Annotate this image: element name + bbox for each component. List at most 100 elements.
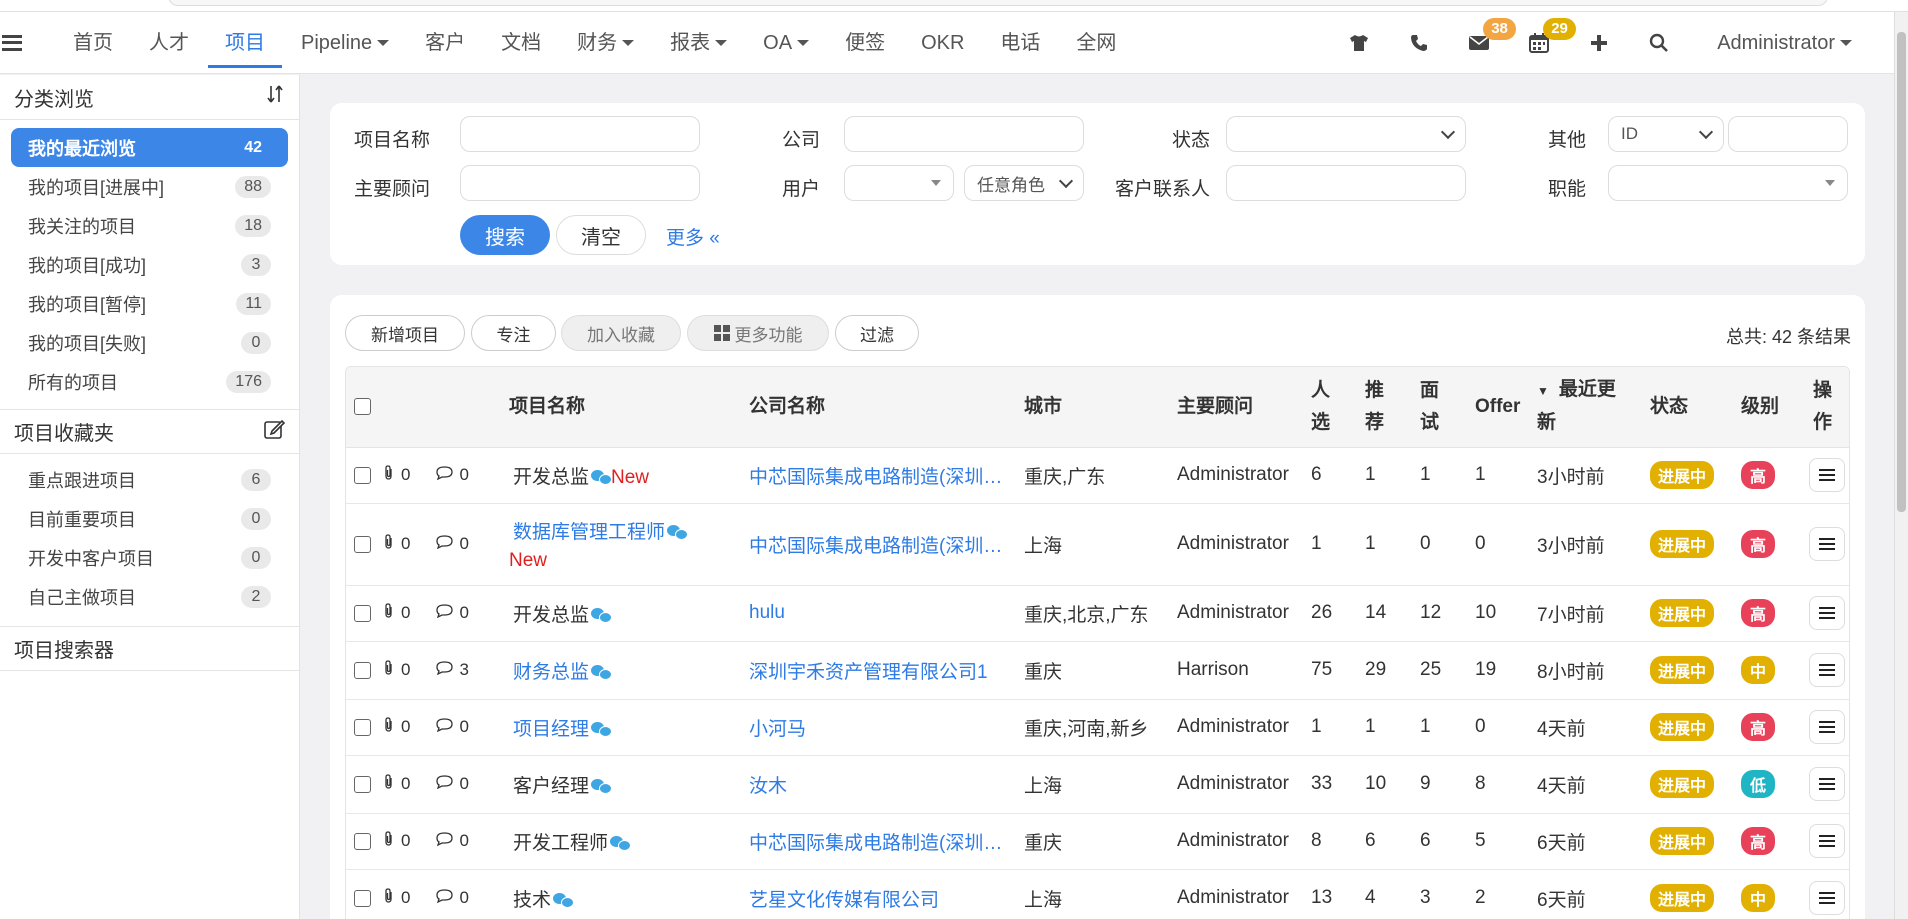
company-name[interactable]: 小河马 xyxy=(749,714,1008,741)
row-checkbox[interactable] xyxy=(354,661,371,679)
select-all-checkbox[interactable] xyxy=(354,398,371,416)
nav-item[interactable]: 财务 xyxy=(559,12,652,74)
scrollbar-thumb[interactable] xyxy=(1897,32,1906,512)
row-actions-button[interactable] xyxy=(1809,824,1845,858)
sidebar-item[interactable]: 所有的项目 176 xyxy=(11,362,288,401)
sidebar-item[interactable]: 我的项目[进展中] 88 xyxy=(11,167,288,206)
nav-item[interactable]: 电话 xyxy=(982,12,1058,74)
focus-button[interactable]: 专注 xyxy=(471,315,556,351)
plus-icon[interactable] xyxy=(1569,12,1629,74)
wechat-icon[interactable] xyxy=(553,893,575,909)
header-level[interactable]: 级别 xyxy=(1733,367,1805,448)
nav-item[interactable]: OKR xyxy=(903,12,982,74)
project-searcher-header[interactable]: 项目搜索器 xyxy=(0,626,299,671)
nav-item[interactable]: 报表 xyxy=(652,12,745,74)
header-city[interactable]: 城市 xyxy=(1016,367,1169,448)
row-actions-button[interactable] xyxy=(1809,527,1845,561)
function-select[interactable] xyxy=(1608,165,1848,201)
comment-icon[interactable] xyxy=(416,465,454,485)
row-actions-button[interactable] xyxy=(1809,458,1845,492)
search-icon[interactable] xyxy=(1629,12,1689,74)
sidebar-item[interactable]: 我的最近浏览 42 xyxy=(11,128,288,167)
header-status[interactable]: 状态 xyxy=(1642,367,1733,448)
company-name[interactable]: 深圳宇禾资产管理有限公司1 xyxy=(749,657,1008,684)
sidebar-item[interactable]: 我的项目[成功] 3 xyxy=(11,245,288,284)
shirt-icon[interactable] xyxy=(1329,12,1389,74)
row-checkbox[interactable] xyxy=(354,466,371,484)
header-candidates[interactable]: 人选 xyxy=(1303,367,1357,448)
nav-item[interactable]: 全网 xyxy=(1058,12,1134,74)
row-actions-button[interactable] xyxy=(1809,881,1845,915)
comment-icon[interactable] xyxy=(416,888,454,908)
paperclip-icon[interactable] xyxy=(377,533,395,555)
wechat-icon[interactable] xyxy=(591,722,613,738)
header-updated[interactable]: ▼ 最近更新 xyxy=(1529,367,1642,448)
client-contact-input[interactable] xyxy=(1226,165,1466,201)
company-name[interactable]: 艺星文化传媒有限公司 xyxy=(749,885,1008,912)
comment-icon[interactable] xyxy=(416,774,454,794)
row-checkbox[interactable] xyxy=(354,889,371,907)
header-recommend[interactable]: 推荐 xyxy=(1357,367,1412,448)
wechat-icon[interactable] xyxy=(591,470,613,486)
company-name[interactable]: 中芯国际集成电路制造(深圳)有限公司 xyxy=(749,531,1008,558)
nav-item[interactable]: 文档 xyxy=(483,12,559,74)
favorite-item[interactable]: 自己主做项目 2 xyxy=(11,577,288,616)
row-checkbox[interactable] xyxy=(354,535,371,553)
comment-icon[interactable] xyxy=(416,534,454,554)
row-actions-button[interactable] xyxy=(1809,767,1845,801)
project-name[interactable]: 开发工程师 xyxy=(513,833,608,854)
sidebar-item[interactable]: 我的项目[暂停] 11 xyxy=(11,284,288,323)
nav-item[interactable]: 人才 xyxy=(131,12,207,74)
favorite-item[interactable]: 重点跟进项目 6 xyxy=(11,460,288,499)
wechat-icon[interactable] xyxy=(591,779,613,795)
project-name[interactable]: 财务总监 xyxy=(513,662,589,683)
user-select[interactable] xyxy=(844,165,954,201)
company-input[interactable] xyxy=(844,116,1084,152)
nav-item[interactable]: 项目 xyxy=(207,12,283,74)
nav-item[interactable]: Pipeline xyxy=(283,12,407,74)
project-name[interactable]: 数据库管理工程师 xyxy=(513,522,665,543)
comment-icon[interactable] xyxy=(416,831,454,851)
main-consultant-input[interactable] xyxy=(460,165,700,201)
row-checkbox[interactable] xyxy=(354,718,371,736)
user-menu[interactable]: Administrator xyxy=(1689,32,1908,55)
wechat-icon[interactable] xyxy=(610,836,632,852)
project-name[interactable]: 技术 xyxy=(513,890,551,911)
role-select[interactable]: 任意角色 xyxy=(964,165,1084,201)
paperclip-icon[interactable] xyxy=(377,659,395,681)
nav-item[interactable]: 首页 xyxy=(55,12,131,74)
header-company[interactable]: 公司名称 xyxy=(741,367,1016,448)
favorite-item[interactable]: 目前重要项目 0 xyxy=(11,499,288,538)
paperclip-icon[interactable] xyxy=(377,464,395,486)
calendar-icon[interactable]: 29 xyxy=(1509,12,1576,74)
row-actions-button[interactable] xyxy=(1809,596,1845,630)
header-consultant[interactable]: 主要顾问 xyxy=(1169,367,1303,448)
wechat-icon[interactable] xyxy=(591,608,613,624)
row-checkbox[interactable] xyxy=(354,775,371,793)
company-name[interactable]: hulu xyxy=(749,602,1008,624)
nav-item[interactable]: OA xyxy=(745,12,827,74)
comment-icon[interactable] xyxy=(416,660,454,680)
comment-icon[interactable] xyxy=(416,603,454,623)
clear-button[interactable]: 清空 xyxy=(556,215,646,255)
phone-icon[interactable] xyxy=(1389,12,1449,74)
search-button[interactable]: 搜索 xyxy=(460,215,550,255)
filter-button[interactable]: 过滤 xyxy=(835,315,919,351)
sort-icon[interactable] xyxy=(265,84,285,110)
nav-item[interactable]: 便签 xyxy=(827,12,903,74)
mail-icon[interactable]: 38 xyxy=(1449,12,1516,74)
menu-icon[interactable] xyxy=(2,34,22,51)
paperclip-icon[interactable] xyxy=(377,887,395,909)
nav-item[interactable]: 客户 xyxy=(407,12,483,74)
project-name[interactable]: 项目经理 xyxy=(513,719,589,740)
add-project-button[interactable]: 新增项目 xyxy=(345,315,465,351)
project-name[interactable]: 客户经理 xyxy=(513,776,589,797)
wechat-icon[interactable] xyxy=(591,665,613,681)
other-field-select[interactable]: ID xyxy=(1608,116,1724,152)
more-functions-button[interactable]: 更多功能 xyxy=(687,315,829,351)
header-offer[interactable]: Offer xyxy=(1467,367,1529,448)
sidebar-item[interactable]: 我关注的项目 18 xyxy=(11,206,288,245)
wechat-icon[interactable] xyxy=(667,525,689,541)
header-project-name[interactable]: 项目名称 xyxy=(501,367,741,448)
project-name-input[interactable] xyxy=(460,116,700,152)
